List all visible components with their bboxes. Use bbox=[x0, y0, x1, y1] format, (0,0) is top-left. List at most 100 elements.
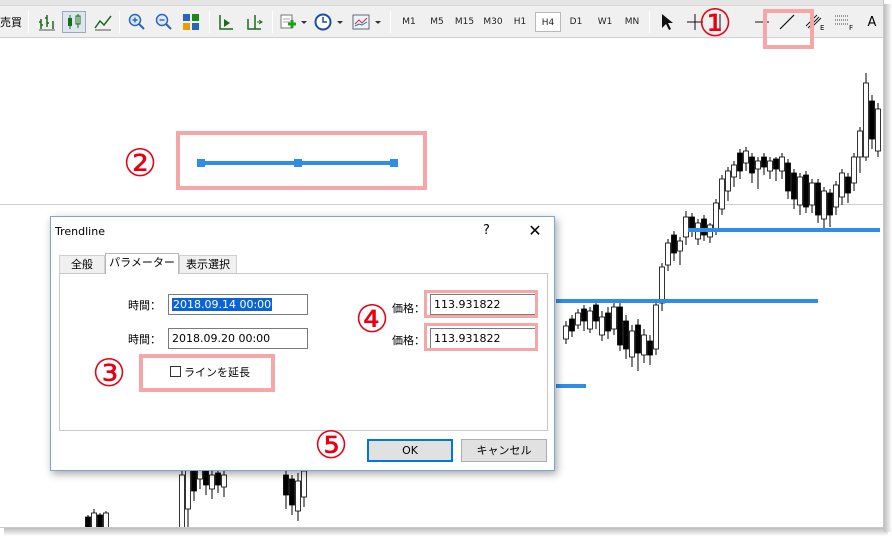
candle-body bbox=[869, 100, 875, 140]
toolbar-separator bbox=[272, 11, 273, 33]
candle-body bbox=[203, 470, 209, 486]
candle-body bbox=[283, 474, 289, 496]
candle-body bbox=[719, 178, 725, 210]
bar-chart-button[interactable] bbox=[36, 11, 58, 33]
timeframe-d1[interactable]: D1 bbox=[563, 12, 589, 32]
candle-body bbox=[821, 190, 827, 220]
candle-body bbox=[665, 242, 671, 266]
candle-body bbox=[593, 304, 599, 322]
bar-chart-icon bbox=[39, 15, 55, 31]
svg-text:F: F bbox=[849, 24, 853, 31]
timeframe-h4[interactable]: H4 bbox=[535, 12, 561, 32]
zoom-in-button[interactable] bbox=[126, 11, 148, 33]
timeframe-mn[interactable]: MN bbox=[619, 12, 645, 32]
chart-shift-button[interactable] bbox=[243, 11, 265, 33]
periods-button[interactable] bbox=[313, 11, 345, 33]
tab-general[interactable]: 全般 bbox=[59, 255, 105, 273]
candle-body bbox=[569, 318, 575, 332]
candle-body bbox=[659, 266, 665, 304]
svg-text:E: E bbox=[820, 24, 824, 31]
toolbar: 売買 M1 M5 M15 M30 H1 H4 D1 W1 MN E F A bbox=[0, 0, 883, 38]
time2-input[interactable]: 2018.09.20 00:00 bbox=[168, 328, 308, 349]
candle-body bbox=[725, 170, 731, 192]
candle-body bbox=[653, 304, 659, 350]
text-tool-button[interactable]: A bbox=[862, 11, 882, 33]
timeframe-w1[interactable]: W1 bbox=[592, 12, 618, 32]
annotation-box-1 bbox=[763, 9, 814, 49]
frame-shadow bbox=[4, 528, 888, 536]
annotation-number-1: ① bbox=[698, 1, 733, 45]
candle-body bbox=[85, 516, 91, 527]
tab-visualization[interactable]: 表示選択 bbox=[179, 255, 237, 273]
timeframe-m5[interactable]: M5 bbox=[424, 12, 450, 32]
cancel-button[interactable]: キャンセル bbox=[461, 439, 547, 462]
candle-body bbox=[683, 216, 689, 238]
zoom-out-button[interactable] bbox=[153, 11, 175, 33]
candle-body bbox=[617, 306, 623, 346]
help-button[interactable]: ? bbox=[483, 223, 490, 238]
candle-body bbox=[779, 156, 785, 172]
time1-label: 時間： bbox=[128, 299, 161, 312]
candle-body bbox=[815, 182, 821, 216]
candle-body bbox=[857, 130, 863, 158]
tile-windows-icon bbox=[183, 14, 199, 30]
candle-body bbox=[97, 514, 103, 527]
time1-input[interactable]: 2018.09.14 00:00 bbox=[168, 294, 308, 315]
menu-item-trade[interactable]: 売買 bbox=[0, 14, 22, 30]
template-icon bbox=[352, 14, 381, 30]
cursor-arrow-icon bbox=[662, 14, 673, 30]
annotation-number-4: ④ bbox=[355, 297, 390, 341]
annotation-box-4a bbox=[424, 290, 538, 318]
time1-value: 2018.09.14 00:00 bbox=[172, 298, 273, 311]
auto-scroll-icon bbox=[219, 15, 233, 30]
candle-body bbox=[91, 512, 97, 527]
annotation-number-3: ③ bbox=[92, 351, 127, 395]
timeframe-m15[interactable]: M15 bbox=[451, 12, 478, 32]
candle-body bbox=[809, 182, 815, 206]
line-chart-button[interactable] bbox=[92, 11, 114, 33]
annotation-number-2: ② bbox=[123, 141, 158, 185]
candle-body bbox=[605, 312, 611, 332]
candle-body bbox=[827, 192, 833, 216]
ok-button[interactable]: OK bbox=[367, 439, 453, 462]
candle-body bbox=[209, 474, 215, 490]
tab-parameters[interactable]: パラメーター bbox=[105, 253, 179, 274]
frame-shadow bbox=[884, 4, 892, 532]
chart-shift-icon bbox=[247, 15, 263, 30]
tile-windows-button[interactable] bbox=[180, 11, 202, 33]
timeframe-h1[interactable]: H1 bbox=[508, 12, 532, 32]
price2-label: 価格： bbox=[392, 334, 425, 347]
fibonacci-button[interactable]: F bbox=[833, 11, 857, 33]
timeframe-m30[interactable]: M30 bbox=[479, 12, 507, 32]
candle-body bbox=[599, 316, 605, 336]
cursor-button[interactable] bbox=[656, 11, 678, 33]
clock-icon bbox=[314, 13, 343, 31]
line-chart-icon bbox=[94, 15, 112, 31]
timeframe-m1[interactable]: M1 bbox=[396, 12, 422, 32]
candle-body bbox=[215, 472, 221, 486]
candle-body bbox=[839, 172, 845, 198]
candle-body bbox=[803, 174, 809, 208]
annotation-box-3 bbox=[139, 354, 275, 392]
candlestick-button[interactable] bbox=[62, 11, 86, 33]
annotation-box-4b bbox=[424, 323, 538, 351]
candle-body bbox=[221, 474, 227, 488]
candlestick-icon bbox=[68, 14, 81, 29]
zoom-in-icon bbox=[128, 13, 145, 30]
candle-body bbox=[731, 164, 737, 178]
indicators-button[interactable] bbox=[278, 11, 308, 33]
candle-body bbox=[623, 320, 629, 350]
candle-body bbox=[767, 160, 773, 172]
candle-body bbox=[575, 312, 581, 326]
candle-body bbox=[289, 478, 295, 506]
menu-strip bbox=[0, 0, 883, 6]
candle-body bbox=[845, 176, 851, 194]
candle-body bbox=[743, 150, 749, 164]
templates-button[interactable] bbox=[351, 11, 383, 33]
candle-body bbox=[677, 240, 683, 252]
toolbar-separator bbox=[209, 11, 210, 33]
close-button[interactable]: ✕ bbox=[523, 220, 547, 242]
candle-body bbox=[301, 470, 307, 498]
zoom-out-icon bbox=[155, 13, 172, 30]
auto-scroll-button[interactable] bbox=[215, 11, 237, 33]
